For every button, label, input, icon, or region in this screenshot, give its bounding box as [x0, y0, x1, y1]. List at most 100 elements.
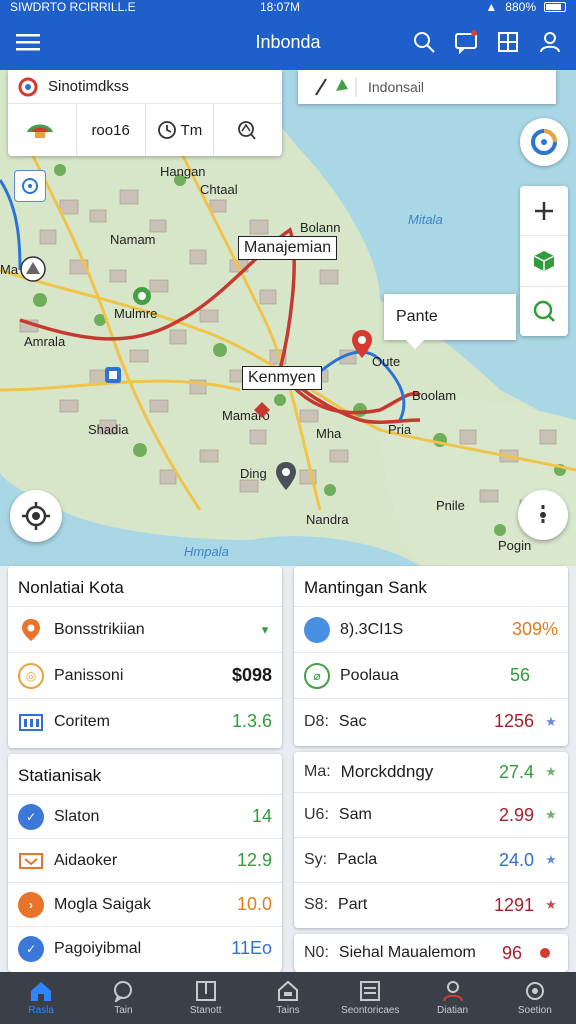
panel-title: Nonlatiai Kota	[18, 578, 124, 597]
star-icon[interactable]: ★	[544, 807, 558, 823]
status-bar: SIWDRTO RCIRRILL.E 18:07M ▲ 880%	[0, 0, 576, 14]
list-item[interactable]: Sy: Pacla 24.0 ★	[294, 837, 568, 882]
map-label-highlight: Manajemian	[238, 236, 338, 260]
map-label: Ding	[240, 466, 267, 481]
map-label: Bolann	[300, 220, 341, 235]
list-item-label: Pacla	[337, 851, 378, 868]
transit-marker-icon[interactable]	[104, 366, 122, 384]
navigate-button[interactable]	[518, 490, 568, 540]
train-icon	[18, 848, 44, 874]
panel-footer-item[interactable]: N0: Siehal Maualemom 96	[294, 934, 568, 972]
home-icon	[31, 982, 52, 1001]
list-item-prefix: Sy:	[304, 851, 328, 868]
crosshair-icon	[22, 502, 50, 530]
my-location-button[interactable]	[10, 490, 62, 542]
park-marker-icon[interactable]	[132, 286, 152, 306]
destination-field[interactable]: Indonsail	[298, 70, 556, 104]
destination-pin-icon[interactable]	[352, 330, 372, 358]
list-item[interactable]: Aidaoker 12.9	[8, 838, 282, 882]
map-controls	[520, 186, 568, 336]
layers-button[interactable]	[492, 24, 524, 60]
nav-book[interactable]: Stanott	[165, 972, 247, 1024]
nav-home[interactable]: Rasla	[0, 972, 82, 1024]
list-item[interactable]: ⌀ Poolaua 56	[294, 652, 568, 698]
list-item[interactable]: ✓ Slaton 14	[8, 794, 282, 838]
profile-button[interactable]	[534, 24, 566, 60]
signal-icon: ▲	[485, 0, 498, 14]
list-item-label: Aidaoker	[54, 851, 118, 869]
list-icon	[360, 981, 381, 1001]
list-item[interactable]: U6: Sam 2.99 ★	[294, 792, 568, 837]
nav-chat[interactable]: Tain	[82, 972, 164, 1024]
search-button[interactable]	[408, 24, 440, 60]
menu-button[interactable]	[0, 14, 56, 70]
map-label: Oute	[372, 354, 401, 369]
list-item-label: Part	[338, 896, 368, 913]
panel-monitoring: Mantingan Sank 8).3CI1S 309% ⌀ Poolaua 5…	[294, 566, 568, 746]
map-label: Nandra	[306, 512, 349, 527]
list-item[interactable]: ✓ Pagoiyibmal 11Eo	[8, 926, 282, 970]
expand-indicator: ▾	[261, 621, 269, 637]
chip-time[interactable]: Tm	[146, 104, 215, 156]
chip-distance[interactable]: roo16	[77, 104, 146, 156]
list-item[interactable]: 8).3CI1S 309%	[294, 606, 568, 652]
star-icon[interactable]: ★	[544, 714, 558, 730]
map-view[interactable]: Hangan Chtaal Namam Mitala Manajemian Bo…	[0, 70, 576, 566]
map-label-water: Hmpala	[184, 544, 229, 559]
list-item[interactable]: › Mogla Saigak 10.0	[8, 882, 282, 926]
nav-settings[interactable]: Soetion	[494, 972, 576, 1024]
chip-time-label: Tm	[180, 121, 203, 139]
star-icon[interactable]: ★	[544, 897, 558, 913]
route-popup[interactable]: Pante	[384, 294, 516, 349]
person-icon	[540, 32, 560, 53]
panel-title: Statianisak	[18, 766, 102, 785]
landmark-icon[interactable]	[20, 256, 46, 282]
list-item[interactable]: S8: Part 1291 ★	[294, 882, 568, 927]
cube-icon	[533, 250, 555, 271]
poi-marker-icon[interactable]	[254, 402, 270, 418]
list-item-label: Sam	[338, 806, 372, 823]
destination-text: Indonsail	[368, 79, 425, 95]
list-item-label: Mogla Saigak	[54, 895, 151, 913]
status-time: 18:07M	[260, 0, 301, 14]
nav-bag[interactable]: Tains	[247, 972, 329, 1024]
list-item-value: 10.0	[236, 894, 272, 914]
compass-button[interactable]	[520, 118, 568, 166]
notification-dot	[471, 30, 477, 36]
list-item-label: Siehal Maualemom	[338, 944, 476, 961]
search-card: Sinotimdkss roo16 Tm	[8, 70, 282, 156]
recenter-button[interactable]	[14, 170, 46, 202]
list-item-value: 11Eo	[231, 938, 272, 958]
list-item[interactable]: Coritem 1.3.6	[8, 698, 282, 744]
map-search-button[interactable]	[520, 287, 568, 336]
list-item-value: 1291	[493, 894, 534, 915]
zoom-in-button[interactable]	[520, 186, 568, 237]
list-item-value: 27.4	[498, 761, 534, 782]
map-label: Pogin	[498, 538, 532, 553]
search-text: Sinotimdkss	[48, 78, 129, 95]
3d-view-button[interactable]	[520, 236, 568, 287]
list-item-value: 1256	[493, 711, 534, 731]
list-item-prefix: N0:	[304, 944, 329, 961]
star-icon[interactable]: ★	[544, 764, 558, 780]
list-item[interactable]: ◎ Panissoni $098	[8, 652, 282, 698]
nav-person[interactable]: Diatian	[411, 972, 493, 1024]
notifications-button[interactable]	[450, 24, 482, 60]
map-label: Hangan	[160, 164, 206, 179]
list-item[interactable]: D8: Sac 1256 ★	[294, 698, 568, 744]
map-label: Namam	[110, 232, 156, 247]
map-label: Shadia	[88, 422, 129, 437]
chip-explore[interactable]	[214, 104, 282, 156]
nav-list[interactable]: Seontoricaes	[329, 972, 411, 1024]
chip-traffic[interactable]	[8, 104, 77, 156]
list-item[interactable]: Bonsstrikiian ▾	[8, 606, 282, 652]
navigation-arrow-icon	[540, 505, 546, 525]
map-label: Boolam	[412, 388, 457, 403]
search-input[interactable]: Sinotimdkss	[8, 70, 282, 104]
search-green-icon	[533, 301, 555, 323]
chevron-icon: ›	[18, 891, 44, 918]
layers-color-icon	[26, 124, 53, 138]
origin-pin-icon[interactable]	[276, 462, 296, 490]
star-icon[interactable]: ★	[544, 852, 558, 868]
pin-icon	[18, 617, 44, 643]
